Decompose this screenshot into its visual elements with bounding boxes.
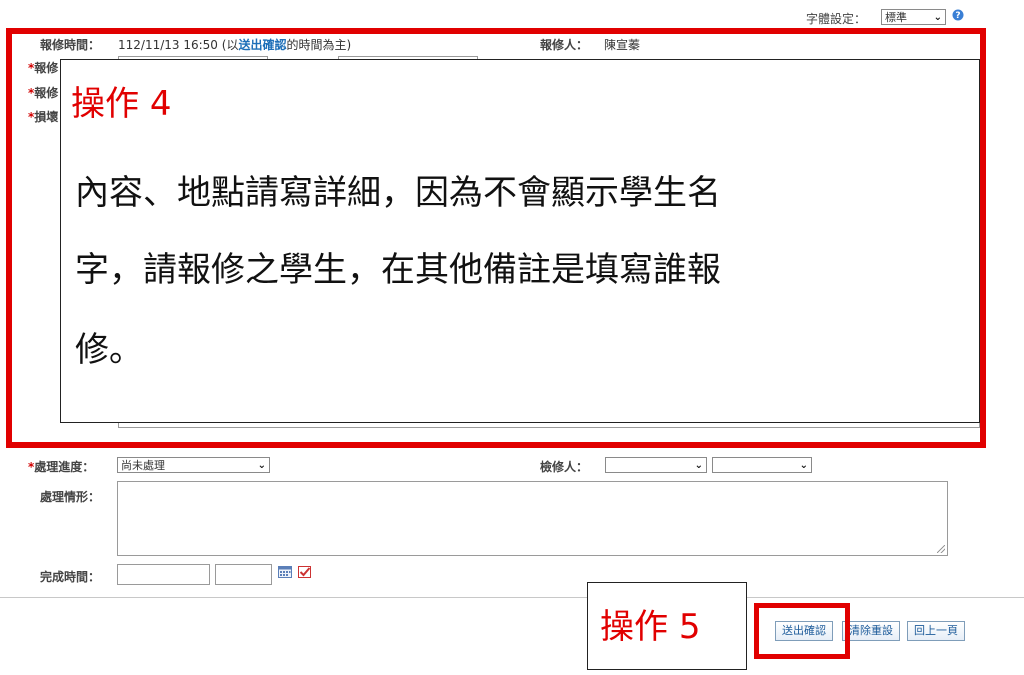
chevron-down-icon: ⌄ xyxy=(694,460,703,471)
section-divider xyxy=(0,597,1024,598)
callout-step4-line-1: 內容、地點請寫詳細，因為不會顯示學生名 xyxy=(75,173,721,213)
callout-step4-title-num: 4 xyxy=(149,84,172,124)
font-size-select[interactable]: 標準 ⌄ xyxy=(881,9,946,25)
highlight-frame-step5 xyxy=(754,603,850,659)
callout-step5-title: 操作 5 xyxy=(600,607,700,647)
font-size-select-value: 標準 xyxy=(885,11,907,24)
progress-label: *處理進度： xyxy=(28,458,94,475)
completion-label: 完成時間： xyxy=(40,570,101,584)
callout-step5-title-num: 5 xyxy=(678,607,701,647)
callout-step4-line-3: 修。 xyxy=(75,330,143,370)
checkbox-icon[interactable] xyxy=(298,565,312,578)
chevron-down-icon: ⌄ xyxy=(799,460,808,471)
chevron-down-icon: ⌄ xyxy=(933,12,942,23)
help-circle-icon[interactable]: ? xyxy=(952,9,964,21)
callout-step4-title-text: 操作 xyxy=(71,84,139,124)
inspector-select-2[interactable]: ⌄ xyxy=(712,457,812,473)
chevron-down-icon: ⌄ xyxy=(257,460,266,471)
reset-button[interactable]: 清除重設 xyxy=(842,621,900,641)
completion-time-input[interactable] xyxy=(215,564,272,585)
callout-step4: 操作 4 內容、地點請寫詳細，因為不會顯示學生名 字，請報修之學生，在其他備註是… xyxy=(60,59,980,423)
inspector-select-1[interactable]: ⌄ xyxy=(605,457,707,473)
completion-date-input[interactable] xyxy=(117,564,210,585)
situation-textarea[interactable] xyxy=(117,481,948,556)
callout-step5-title-text: 操作 xyxy=(600,607,668,647)
progress-select-value: 尚未處理 xyxy=(121,459,165,472)
back-button[interactable]: 回上一頁 xyxy=(907,621,965,641)
calendar-icon[interactable] xyxy=(278,566,292,578)
situation-label: 處理情形： xyxy=(40,490,101,504)
progress-select[interactable]: 尚未處理 ⌄ xyxy=(117,457,270,473)
font-setting-label: 字體設定： xyxy=(806,12,867,26)
svg-text:?: ? xyxy=(955,11,960,21)
callout-step4-line-2: 字，請報修之學生，在其他備註是填寫誰報 xyxy=(75,250,721,290)
progress-label-text: 處理進度： xyxy=(34,460,95,474)
callout-step5: 操作 5 xyxy=(587,582,747,670)
resize-handle-icon[interactable] xyxy=(937,545,945,553)
inspector-label: 檢修人： xyxy=(540,460,589,474)
callout-step4-title: 操作 4 xyxy=(71,84,171,124)
